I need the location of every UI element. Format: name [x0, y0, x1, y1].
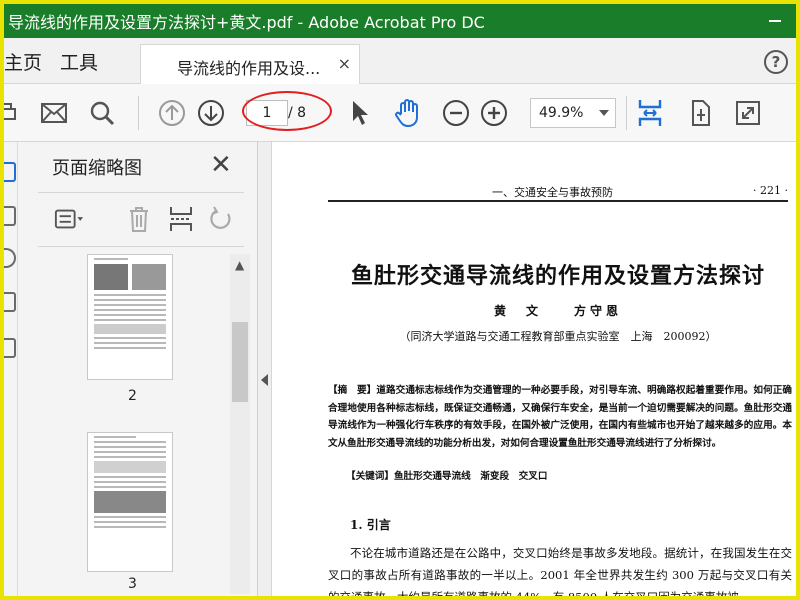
running-header-page: · 221 · — [753, 184, 788, 197]
page-thumbnail-2[interactable] — [87, 254, 173, 380]
fit-width-icon[interactable] — [634, 97, 666, 129]
signatures-icon[interactable] — [4, 338, 16, 358]
scroll-up-icon[interactable]: ▲ — [235, 258, 244, 272]
tab-tools[interactable]: 工具 — [60, 48, 98, 75]
layers-icon[interactable] — [4, 292, 16, 312]
insert-page-icon[interactable] — [166, 204, 196, 234]
hand-tool-icon[interactable] — [392, 97, 424, 129]
panel-collapse-handle[interactable] — [258, 142, 272, 596]
document-affiliation: （同济大学道路与交通工程教育部重点实验室 上海 200092） — [399, 330, 717, 343]
email-icon[interactable] — [38, 97, 70, 129]
highlight-annotation — [242, 91, 332, 131]
title-bar: 导流线的作用及设置方法探讨+黄文.pdf - Adobe Acrobat Pro… — [4, 4, 796, 38]
previous-page-icon[interactable] — [156, 97, 188, 129]
panel-title: 页面缩略图 — [52, 158, 142, 179]
scrolling-mode-icon[interactable] — [684, 97, 716, 129]
thumbnail-scrollbar[interactable]: ▲ — [230, 254, 250, 594]
page-thumbnail-label: 2 — [128, 388, 137, 404]
window-title: 导流线的作用及设置方法探讨+黄文.pdf - Adobe Acrobat Pro… — [8, 13, 485, 32]
options-menu-icon[interactable] — [54, 204, 84, 234]
full-screen-icon[interactable] — [732, 97, 764, 129]
rotate-page-icon[interactable] — [206, 204, 236, 234]
search-icon[interactable] — [86, 97, 118, 129]
zoom-out-icon[interactable] — [440, 97, 472, 129]
toolbar-divider — [138, 96, 139, 130]
close-tab-icon[interactable]: × — [338, 54, 351, 73]
document-abstract: 【摘 要】道路交通标志标线作为交通管理的一种必要手段，对引导车流、明确路权起着重… — [328, 385, 792, 449]
tab-home[interactable]: 主页 — [4, 48, 42, 75]
attachments-icon[interactable] — [4, 248, 16, 268]
toolbar-divider — [626, 96, 627, 130]
running-header: 一、交通安全与事故预防 · 221 · — [328, 178, 788, 202]
panel-divider — [38, 246, 244, 247]
next-page-icon[interactable] — [195, 97, 227, 129]
tab-row: 主页 工具 导流线的作用及设... × ? — [4, 38, 796, 84]
zoom-in-icon[interactable] — [478, 97, 510, 129]
bookmarks-icon[interactable] — [4, 206, 16, 226]
document-title: 鱼肚形交通导流线的作用及设置方法探讨 — [350, 263, 765, 289]
page-thumbnails-panel: 页面缩略图 ✕ 2 3 ▲ — [18, 142, 258, 596]
minimize-button[interactable] — [764, 10, 786, 32]
document-authors: 黄 文 方守恩 — [493, 304, 622, 318]
print-icon[interactable] — [4, 97, 22, 129]
page-thumbnails-icon[interactable] — [4, 162, 16, 182]
page-thumbnail-3[interactable] — [87, 432, 173, 572]
collapse-arrow-icon — [261, 374, 268, 386]
delete-page-icon[interactable] — [124, 204, 154, 234]
help-icon[interactable]: ? — [764, 50, 788, 74]
toolbar: 1 / 8 49.9% — [4, 84, 796, 142]
zoom-level-select[interactable]: 49.9% — [530, 98, 616, 128]
window-controls — [764, 10, 786, 32]
select-cursor-icon[interactable] — [344, 97, 376, 129]
running-header-left: 一、交通安全与事故预防 — [492, 186, 613, 199]
tab-document[interactable]: 导流线的作用及设... × — [140, 44, 360, 84]
scrollbar-thumb[interactable] — [232, 322, 248, 402]
document-keywords: 【关键词】鱼肚形交通导流线 渐变段 交叉口 — [346, 471, 548, 482]
navigation-rail — [4, 142, 18, 596]
chevron-down-icon — [599, 110, 609, 116]
document-tab-label: 导流线的作用及设... — [177, 59, 321, 78]
section-heading: 1. 引言 — [350, 518, 391, 532]
document-body: 不论在城市道路还是在公路中，交叉口始终是事故多发地段。据统计，在我国发生在交叉口… — [328, 546, 792, 600]
page-thumbnail-label: 3 — [128, 576, 137, 592]
acrobat-window: 导流线的作用及设置方法探讨+黄文.pdf - Adobe Acrobat Pro… — [0, 0, 800, 600]
zoom-level-value: 49.9% — [539, 105, 584, 121]
panel-divider — [38, 192, 244, 193]
close-panel-icon[interactable]: ✕ — [210, 150, 232, 180]
document-view: 一、交通安全与事故预防 · 221 · 鱼肚形交通导流线的作用及设置方法探讨 黄… — [272, 142, 796, 600]
